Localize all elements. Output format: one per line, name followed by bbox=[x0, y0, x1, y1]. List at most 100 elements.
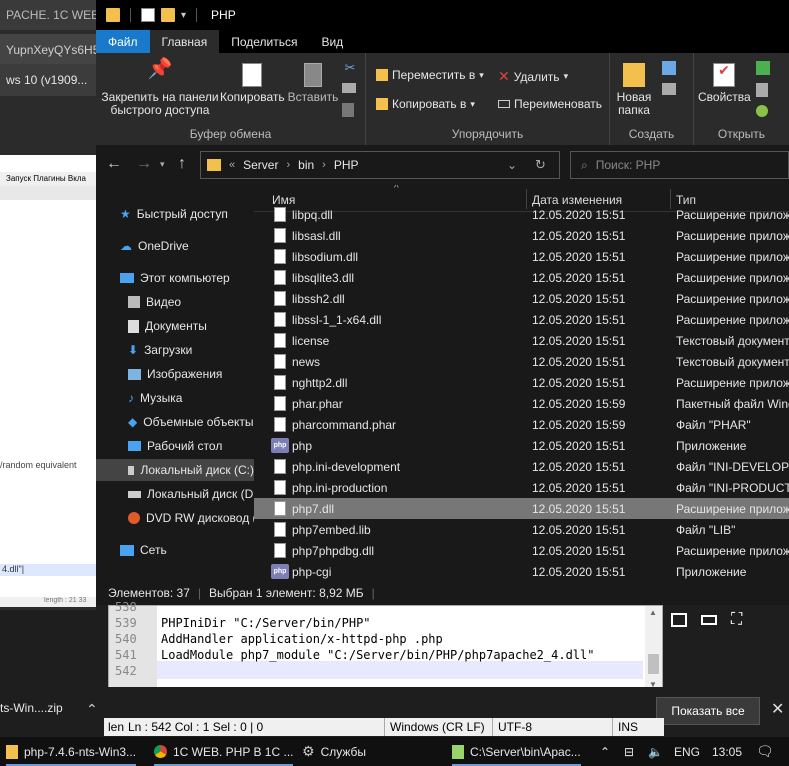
file-row[interactable]: news 12.05.2020 15:51 Текстовый документ bbox=[254, 351, 789, 372]
file-row[interactable]: libsodium.dll 12.05.2020 15:51 Расширение … bbox=[254, 246, 789, 267]
new-item-icon[interactable] bbox=[662, 61, 686, 75]
file-row[interactable]: php php-cgi 12.05.2020 15:51 Приложение bbox=[254, 561, 789, 581]
close-icon[interactable]: ✕ bbox=[771, 699, 784, 719]
taskbar-item-services[interactable]: ⚙ Службы bbox=[302, 737, 366, 766]
code-line[interactable]: LoadModule php7_module "C:/Server/bin/PH… bbox=[161, 648, 594, 662]
restore-icon[interactable] bbox=[701, 615, 717, 625]
copy-to-button[interactable]: Копировать в ▾ bbox=[376, 97, 475, 111]
address-input[interactable]: « Server › bin › PHP ⌄ ↻ bbox=[200, 151, 560, 179]
breadcrumb-php[interactable]: PHP bbox=[334, 158, 359, 172]
rename-button[interactable]: Переименовать bbox=[498, 97, 602, 111]
nav-this-pc[interactable]: Этот компьютер bbox=[120, 267, 230, 289]
paste-button[interactable]: Вставить bbox=[286, 63, 340, 104]
chevron-down-icon[interactable]: ▾ bbox=[181, 10, 186, 21]
file-row[interactable]: php.ini-production 12.05.2020 15:51 Файл "… bbox=[254, 477, 789, 498]
breadcrumb-server[interactable]: Server bbox=[243, 158, 278, 172]
file-row[interactable]: php7phpdbg.dll 12.05.2020 15:51 Расширение… bbox=[254, 540, 789, 561]
history-icon[interactable] bbox=[756, 105, 776, 117]
recent-chevron-icon[interactable]: ▾ bbox=[160, 159, 165, 170]
file-row[interactable]: nghttp2.dll 12.05.2020 15:51 Расширение пр… bbox=[254, 372, 789, 393]
snap-icon[interactable] bbox=[671, 613, 687, 627]
copy-button[interactable]: Копировать bbox=[220, 63, 285, 104]
code-line[interactable]: AddHandler application/x-httpd-php .php bbox=[161, 632, 443, 646]
chevron-down-icon[interactable]: ⌄ bbox=[507, 158, 517, 172]
tab-home[interactable]: Главная bbox=[149, 30, 220, 53]
properties-button[interactable]: ✔ Свойства bbox=[698, 63, 751, 104]
tray-chevron[interactable]: ⌃ bbox=[600, 737, 610, 766]
file-row[interactable]: php7embed.lib 12.05.2020 15:51 Файл "LIB" bbox=[254, 519, 789, 540]
search-input[interactable]: ⌕ Поиск: PHP bbox=[570, 151, 789, 179]
breadcrumb-bin[interactable]: bin bbox=[298, 158, 314, 172]
scroll-up-icon[interactable]: ▲ bbox=[649, 608, 657, 617]
tab-file[interactable]: Файл bbox=[96, 30, 150, 53]
file-row[interactable]: libsasl.dll 12.05.2020 15:51 Расширение пр… bbox=[254, 225, 789, 246]
nav-documents[interactable]: Документы bbox=[128, 315, 207, 337]
taskbar-item-zip[interactable]: php-7.4.6-nts-Win3... bbox=[6, 737, 137, 766]
bg-menu-bar[interactable]: Запуск Плагины Вкла bbox=[0, 172, 96, 186]
chevron-right-icon[interactable]: › bbox=[286, 159, 290, 171]
breadcrumb-overflow[interactable]: « bbox=[229, 159, 235, 171]
nav-onedrive[interactable]: ☁ OneDrive bbox=[120, 235, 189, 257]
file-row[interactable]: pharcommand.phar 12.05.2020 15:59 Файл "PH… bbox=[254, 414, 789, 435]
file-row[interactable]: libssh2.dll 12.05.2020 15:51 Расширение пр… bbox=[254, 288, 789, 309]
file-row[interactable]: php php 12.05.2020 15:51 Приложение bbox=[254, 435, 789, 456]
tab-view[interactable]: Вид bbox=[309, 30, 355, 53]
properties-quick-icon[interactable] bbox=[141, 8, 155, 22]
back-arrow-icon[interactable]: ← bbox=[106, 155, 122, 173]
copy-path-icon[interactable] bbox=[342, 83, 358, 93]
new-folder-quick-icon[interactable] bbox=[161, 8, 175, 22]
scroll-thumb[interactable] bbox=[648, 654, 659, 674]
up-arrow-icon[interactable]: ↑ bbox=[178, 155, 186, 173]
move-to-button[interactable]: Переместить в ▾ bbox=[376, 68, 484, 82]
nav-drive-c[interactable]: Локальный диск (C:) bbox=[96, 459, 254, 481]
file-name: nghttp2.dll bbox=[292, 376, 348, 390]
selection-info: Выбран 1 элемент: 8,92 МБ bbox=[209, 586, 364, 600]
paste-shortcut-icon[interactable] bbox=[342, 103, 358, 117]
bg-browser-tab[interactable]: ws 10 (v1909... bbox=[0, 64, 96, 96]
taskbar-item-notepadpp[interactable]: C:\Server\bin\Apac... bbox=[452, 737, 581, 766]
nav-desktop[interactable]: Рабочий стол bbox=[128, 435, 222, 457]
bg-browser-tab[interactable]: YupnXeyQYs6H5 bbox=[0, 34, 96, 64]
file-row[interactable]: libpq.dll 12.05.2020 15:51 Расширение прил… bbox=[254, 204, 789, 225]
chevron-up-icon[interactable]: ⌃ bbox=[86, 701, 98, 718]
tray-language[interactable]: ENG bbox=[674, 737, 700, 766]
easy-access-icon[interactable] bbox=[662, 83, 686, 95]
file-row[interactable]: php7.dll 12.05.2020 15:51 Расширение прило… bbox=[254, 498, 789, 519]
fullscreen-icon[interactable]: ⛶ bbox=[731, 611, 742, 629]
chevron-right-icon[interactable]: › bbox=[322, 159, 326, 171]
cut-icon[interactable]: ✂ bbox=[342, 61, 358, 74]
vertical-scrollbar[interactable]: ▲ ▼ bbox=[645, 606, 662, 694]
dll-file-icon bbox=[274, 312, 286, 327]
tray-volume[interactable]: 🔈 bbox=[648, 737, 663, 766]
show-all-button[interactable]: Показать все bbox=[656, 697, 760, 725]
forward-arrow-icon[interactable]: → bbox=[136, 155, 152, 173]
nav-video[interactable]: Видео bbox=[128, 291, 181, 313]
file-row[interactable]: libssl-1_1-x64.dll 12.05.2020 15:51 Расшир… bbox=[254, 309, 789, 330]
file-row[interactable]: php.ini-development 12.05.2020 15:51 Файл … bbox=[254, 456, 789, 477]
nav-dvd[interactable]: DVD RW дисковод (E:) bbox=[128, 507, 254, 529]
nav-quick-access[interactable]: ★ Быстрый доступ bbox=[120, 203, 228, 225]
tray-network[interactable]: ⊟ bbox=[624, 737, 634, 766]
nav-drive-d[interactable]: Локальный диск (D:) bbox=[128, 483, 254, 505]
download-item[interactable]: ts-Win....zip bbox=[0, 701, 63, 715]
nav-3d-objects[interactable]: ◆ Объемные объекты bbox=[128, 411, 254, 433]
ribbon: 📌 Закрепить на панели быстрого доступа К… bbox=[96, 53, 789, 145]
edit-icon[interactable] bbox=[756, 83, 776, 97]
tab-share[interactable]: Поделиться bbox=[219, 30, 309, 53]
taskbar-item-chrome[interactable]: 1C WEB. PHP В 1С ... bbox=[154, 737, 294, 766]
delete-button[interactable]: ✕ Удалить ▾ bbox=[498, 68, 568, 85]
file-row[interactable]: libsqlite3.dll 12.05.2020 15:51 Расширение… bbox=[254, 267, 789, 288]
file-row[interactable]: license 12.05.2020 15:51 Текстовый докумен… bbox=[254, 330, 789, 351]
code-line[interactable]: PHPIniDir "C:/Server/bin/PHP" bbox=[161, 616, 371, 630]
nav-downloads[interactable]: ⬇ Загрузки bbox=[128, 339, 192, 361]
tray-clock[interactable]: 13:05 bbox=[712, 737, 742, 766]
nav-network[interactable]: Сеть bbox=[120, 539, 167, 561]
open-icon[interactable] bbox=[756, 61, 776, 75]
nav-music[interactable]: ♪ Музыка bbox=[128, 387, 182, 409]
nav-pictures[interactable]: Изображения bbox=[128, 363, 222, 385]
file-row[interactable]: phar.phar 12.05.2020 15:59 Пакетный файл W… bbox=[254, 393, 789, 414]
refresh-icon[interactable]: ↻ bbox=[535, 157, 546, 173]
pin-quick-access-button[interactable]: 📌 Закрепить на панели быстрого доступа bbox=[100, 59, 220, 117]
new-folder-button[interactable]: Новая папка bbox=[614, 63, 654, 117]
tray-notifications[interactable]: 🗨 bbox=[756, 737, 774, 766]
